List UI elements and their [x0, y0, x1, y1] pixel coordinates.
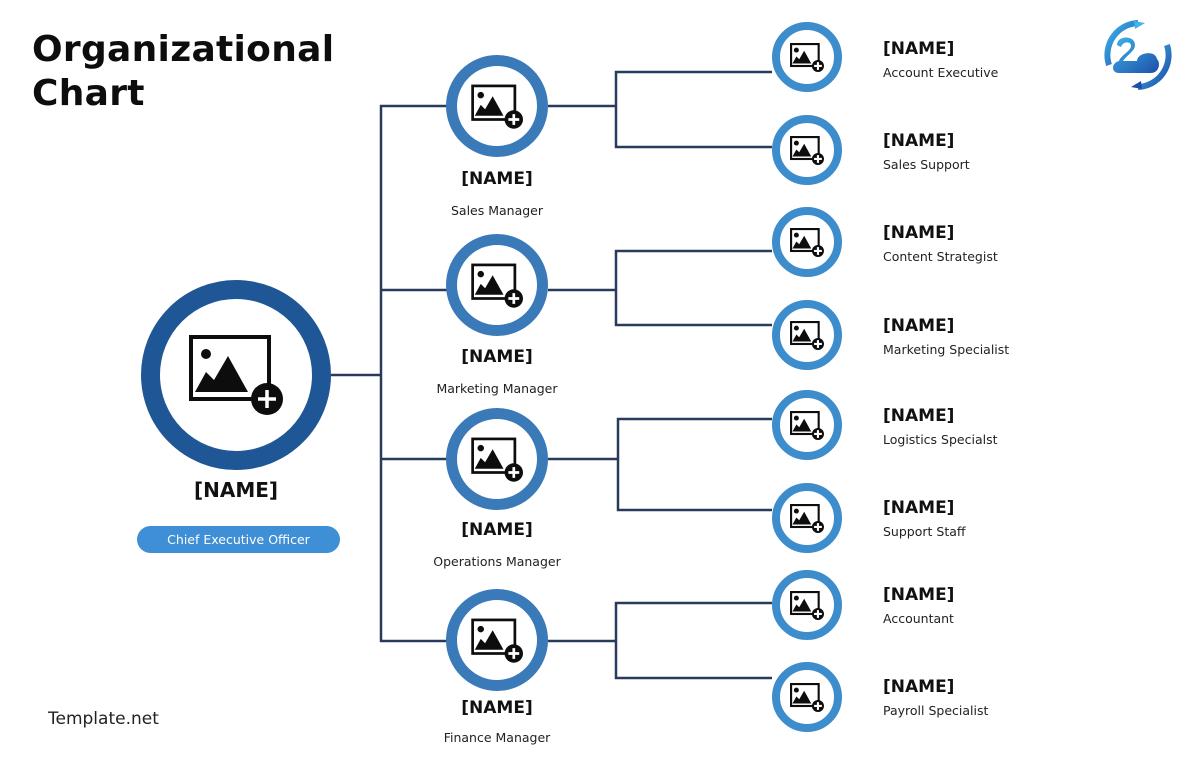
staff-role: Support Staff [883, 524, 966, 539]
add-image-icon [790, 135, 824, 165]
operations-branch [616, 417, 772, 512]
staff-photo-placeholder[interactable] [772, 662, 842, 732]
manager-role: Sales Manager [450, 203, 544, 218]
manager-role: Marketing Manager [436, 381, 558, 396]
add-image-icon [790, 410, 824, 440]
manager-name[interactable]: [NAME] [397, 169, 597, 189]
manager-role: Finance Manager [443, 730, 551, 745]
staff-role: Content Strategist [883, 249, 998, 264]
add-image-icon [471, 618, 523, 663]
staff-photo-placeholder[interactable] [772, 22, 842, 92]
ceo-photo-placeholder[interactable] [141, 280, 331, 470]
staff-photo-placeholder[interactable] [772, 207, 842, 277]
add-image-icon [790, 590, 824, 620]
staff-name[interactable]: [NAME] [883, 39, 954, 59]
add-image-icon [790, 682, 824, 712]
staff-name[interactable]: [NAME] [883, 585, 954, 605]
manager-name[interactable]: [NAME] [397, 347, 597, 367]
add-image-icon [790, 503, 824, 533]
add-image-icon [188, 334, 284, 416]
add-image-icon [790, 320, 824, 350]
staff-name[interactable]: [NAME] [883, 223, 954, 243]
manager-role: Operations Manager [433, 554, 561, 569]
staff-photo-placeholder[interactable] [772, 300, 842, 370]
sales-branch [614, 70, 772, 149]
staff-role: Accountant [883, 611, 954, 626]
staff-role: Account Executive [883, 65, 999, 80]
manager-photo-placeholder[interactable] [446, 55, 548, 157]
staff-name[interactable]: [NAME] [883, 131, 954, 151]
manager-photo-placeholder[interactable] [446, 408, 548, 510]
footer-brand[interactable]: Template.net [48, 709, 159, 729]
staff-photo-placeholder[interactable] [772, 115, 842, 185]
staff-photo-placeholder[interactable] [772, 483, 842, 553]
staff-role: Logistics Specialst [883, 432, 998, 447]
add-image-icon [471, 437, 523, 482]
add-image-icon [790, 227, 824, 257]
ceo-role-badge[interactable]: Chief Executive Officer [137, 526, 340, 553]
marketing-branch [614, 249, 772, 327]
staff-name[interactable]: [NAME] [883, 677, 954, 697]
staff-role: Sales Support [883, 157, 970, 172]
add-image-icon [790, 42, 824, 72]
manager-photo-placeholder[interactable] [446, 234, 548, 336]
staff-role: Payroll Specialist [883, 703, 989, 718]
staff-name[interactable]: [NAME] [883, 316, 954, 336]
finance-branch [614, 601, 772, 680]
staff-name[interactable]: [NAME] [883, 498, 954, 518]
staff-photo-placeholder[interactable] [772, 570, 842, 640]
staff-role: Marketing Specialist [883, 342, 1010, 357]
manager-name[interactable]: [NAME] [397, 698, 597, 718]
add-image-icon [471, 84, 523, 129]
manager-photo-placeholder[interactable] [446, 589, 548, 691]
staff-name[interactable]: [NAME] [883, 406, 954, 426]
add-image-icon [471, 263, 523, 308]
staff-photo-placeholder[interactable] [772, 390, 842, 460]
ceo-name[interactable]: [NAME] [136, 478, 336, 502]
manager-name[interactable]: [NAME] [397, 520, 597, 540]
